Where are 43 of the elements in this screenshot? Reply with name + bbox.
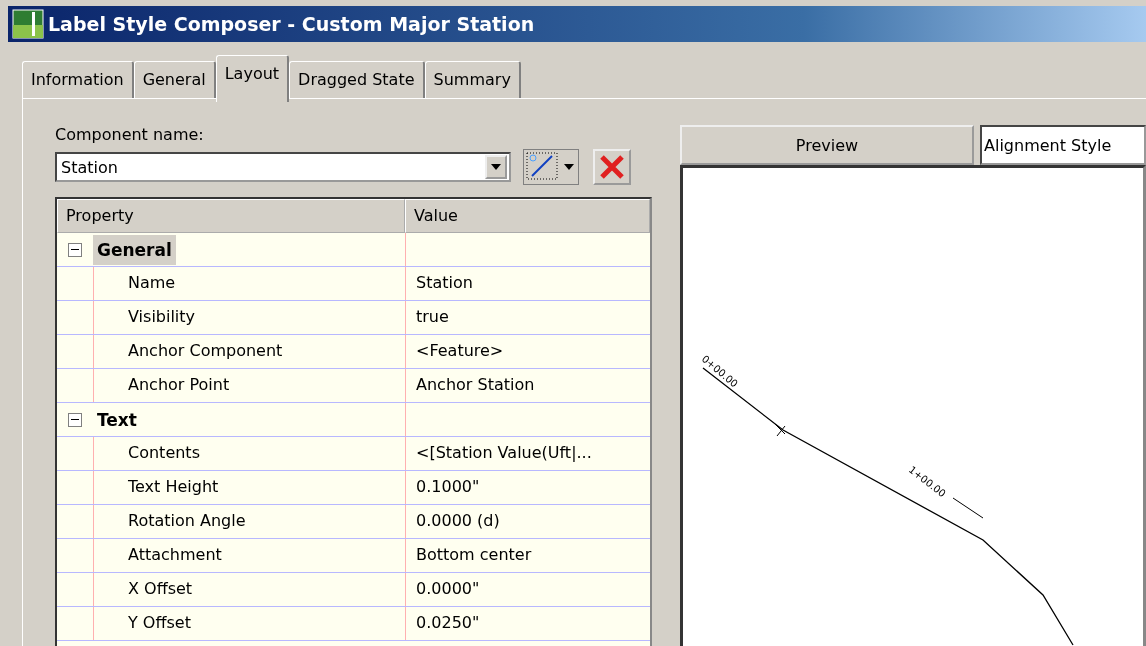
column-header[interactable]: Value	[405, 199, 650, 233]
property-name[interactable]: Contents	[93, 437, 405, 470]
property-name[interactable]: Attachment	[93, 539, 405, 572]
property-value[interactable]: Station	[405, 267, 650, 300]
property-name[interactable]: Text Height	[93, 471, 405, 504]
property-name[interactable]: Visibility	[93, 301, 405, 334]
property-name[interactable]: Name	[93, 267, 405, 300]
tab[interactable]: Information	[22, 61, 134, 98]
property-name[interactable]: X Offset	[93, 573, 405, 606]
tab[interactable]: Dragged State	[289, 61, 425, 98]
caret-icon	[564, 164, 574, 170]
preview-header: Preview	[680, 125, 974, 165]
tab[interactable]: Summary	[424, 61, 521, 98]
tab[interactable]: Layout	[215, 55, 290, 102]
component-dropdown[interactable]: Station	[55, 152, 511, 182]
property-value[interactable]: Anchor Station	[405, 369, 650, 402]
property-value[interactable]: 0.0000 (d)	[405, 505, 650, 538]
property-value[interactable]: 0.0250"	[405, 607, 650, 640]
property-value[interactable]: <[Station Value(Uft|...	[405, 437, 650, 470]
tab[interactable]: General	[133, 61, 216, 98]
property-value[interactable]: 0.0000"	[405, 573, 650, 606]
property-name[interactable]: Anchor Component	[93, 335, 405, 368]
property-value[interactable]: true	[405, 301, 650, 334]
property-name[interactable]: Rotation Angle	[93, 505, 405, 538]
property-value[interactable]: Bottom center	[405, 539, 650, 572]
column-header[interactable]: Property	[57, 199, 405, 233]
collapse-icon[interactable]	[68, 242, 82, 257]
line-tool-icon	[524, 150, 560, 182]
property-name[interactable]: Anchor Point	[93, 369, 405, 402]
property-value[interactable]: 0.1000"	[405, 471, 650, 504]
group-header[interactable]: General	[93, 234, 176, 265]
add-component-button[interactable]	[523, 149, 579, 185]
delete-button[interactable]	[593, 149, 631, 185]
property-value[interactable]: <Feature>	[405, 335, 650, 368]
window-title: Label Style Composer - Custom Major Station	[48, 13, 535, 35]
property-name[interactable]: Y Offset	[93, 607, 405, 640]
group-header[interactable]: Text	[93, 404, 141, 435]
app-icon	[12, 9, 44, 39]
collapse-icon[interactable]	[68, 412, 82, 427]
style-dropdown[interactable]: Alignment Style	[980, 125, 1146, 165]
field-label: Component name:	[55, 125, 204, 144]
close-icon	[599, 154, 625, 180]
dropdown-arrow-icon	[491, 164, 501, 170]
